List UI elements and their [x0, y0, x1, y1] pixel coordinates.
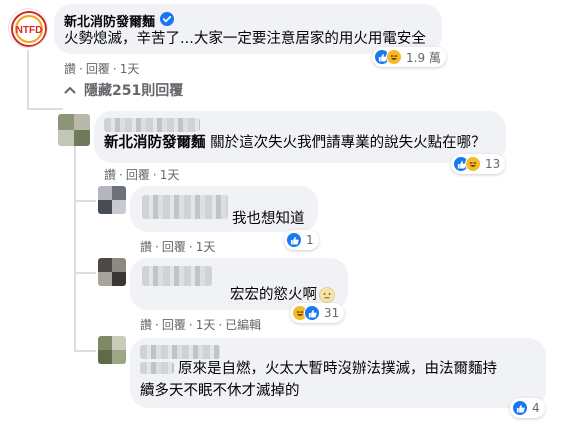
reply-text: 新北消防發爾麵 關於這次失火我們請專業的說失火點在哪？ — [104, 132, 486, 154]
thread-line — [27, 108, 63, 110]
haha-reaction-icon — [386, 49, 402, 65]
reaction-summary[interactable]: 4 — [510, 398, 545, 418]
blurred-text — [140, 362, 174, 374]
reaction-summary[interactable]: 1.9 萬 — [372, 47, 446, 67]
reaction-summary[interactable]: 13 — [451, 154, 506, 174]
haha-reaction-icon — [465, 156, 481, 172]
reply-actions: 讚 · 回覆 · 1天 — [140, 238, 216, 255]
reply-link[interactable]: 回覆 — [126, 166, 150, 183]
reaction-count: 1.9 萬 — [406, 50, 441, 65]
timestamp[interactable]: 1天 — [196, 238, 216, 255]
reaction-summary[interactable]: 31 — [290, 303, 345, 323]
reply-text-line-1: 原來是自燃，火太大暫時沒辦法撲滅，由法爾麵持 — [178, 361, 497, 377]
like-link[interactable]: 讚 — [64, 60, 76, 77]
like-reaction-icon — [286, 232, 302, 248]
blurred-author-name — [142, 195, 228, 219]
avatar[interactable] — [98, 258, 126, 286]
reply-body: 關於這次失火我們請專業的說失火點在哪？ — [205, 135, 486, 151]
thread-line — [27, 50, 29, 110]
reply-link[interactable]: 回覆 — [162, 238, 186, 255]
reaction-count: 1 — [306, 233, 314, 247]
thread-line — [74, 272, 96, 274]
thread-line — [74, 350, 96, 352]
ntfd-logo: NTFD — [11, 11, 47, 47]
reaction-count: 31 — [324, 306, 340, 320]
reply-actions: 讚 · 回覆 · 1天 — [104, 166, 180, 183]
avatar[interactable] — [98, 336, 126, 364]
like-link[interactable]: 讚 — [104, 166, 116, 183]
avatar[interactable] — [58, 114, 90, 146]
blurred-author-name — [140, 345, 220, 359]
comment-text: 火勢熄滅，辛苦了...大家一定要注意居家的用火用電安全 — [64, 31, 426, 47]
reaction-summary[interactable]: 1 — [284, 230, 319, 250]
avatar[interactable] — [98, 186, 126, 214]
like-reaction-icon — [512, 400, 528, 416]
mention-link[interactable]: 新北消防發爾麵 — [104, 135, 206, 151]
logo-text: NTFD — [16, 25, 43, 36]
reply-link[interactable]: 回覆 — [162, 316, 186, 333]
timestamp[interactable]: 1天 — [120, 60, 140, 77]
blurred-author-name — [142, 266, 212, 286]
reply-text: 我也想知道 — [232, 211, 305, 227]
comment-actions: 讚 · 回覆 · 1天 — [64, 60, 140, 77]
reaction-count: 4 — [532, 401, 540, 415]
page-avatar[interactable]: NTFD — [8, 8, 48, 48]
hidden-replies-label: 隱藏251則回覆 — [84, 83, 184, 99]
timestamp[interactable]: 1天 — [196, 316, 216, 333]
timestamp[interactable]: 1天 — [160, 166, 180, 183]
thread-line — [74, 200, 96, 202]
reply-text-line-2: 續多天不眠不休才滅掉的 — [140, 383, 300, 399]
like-reaction-icon — [304, 305, 320, 321]
edited-label[interactable]: 已編輯 — [225, 316, 261, 333]
reply-link[interactable]: 回覆 — [86, 60, 110, 77]
reaction-count: 13 — [485, 157, 501, 171]
reply-actions: 讚 · 回覆 · 1天 · 已編輯 — [140, 316, 262, 333]
hidden-replies-toggle[interactable]: 隱藏251則回覆 — [64, 80, 183, 100]
thread-line — [74, 140, 76, 352]
like-link[interactable]: 讚 — [140, 238, 152, 255]
neutral-face-emoji-icon — [319, 287, 335, 303]
like-link[interactable]: 讚 — [140, 316, 152, 333]
blurred-author-name — [104, 118, 200, 132]
chevron-up-icon — [64, 87, 76, 94]
